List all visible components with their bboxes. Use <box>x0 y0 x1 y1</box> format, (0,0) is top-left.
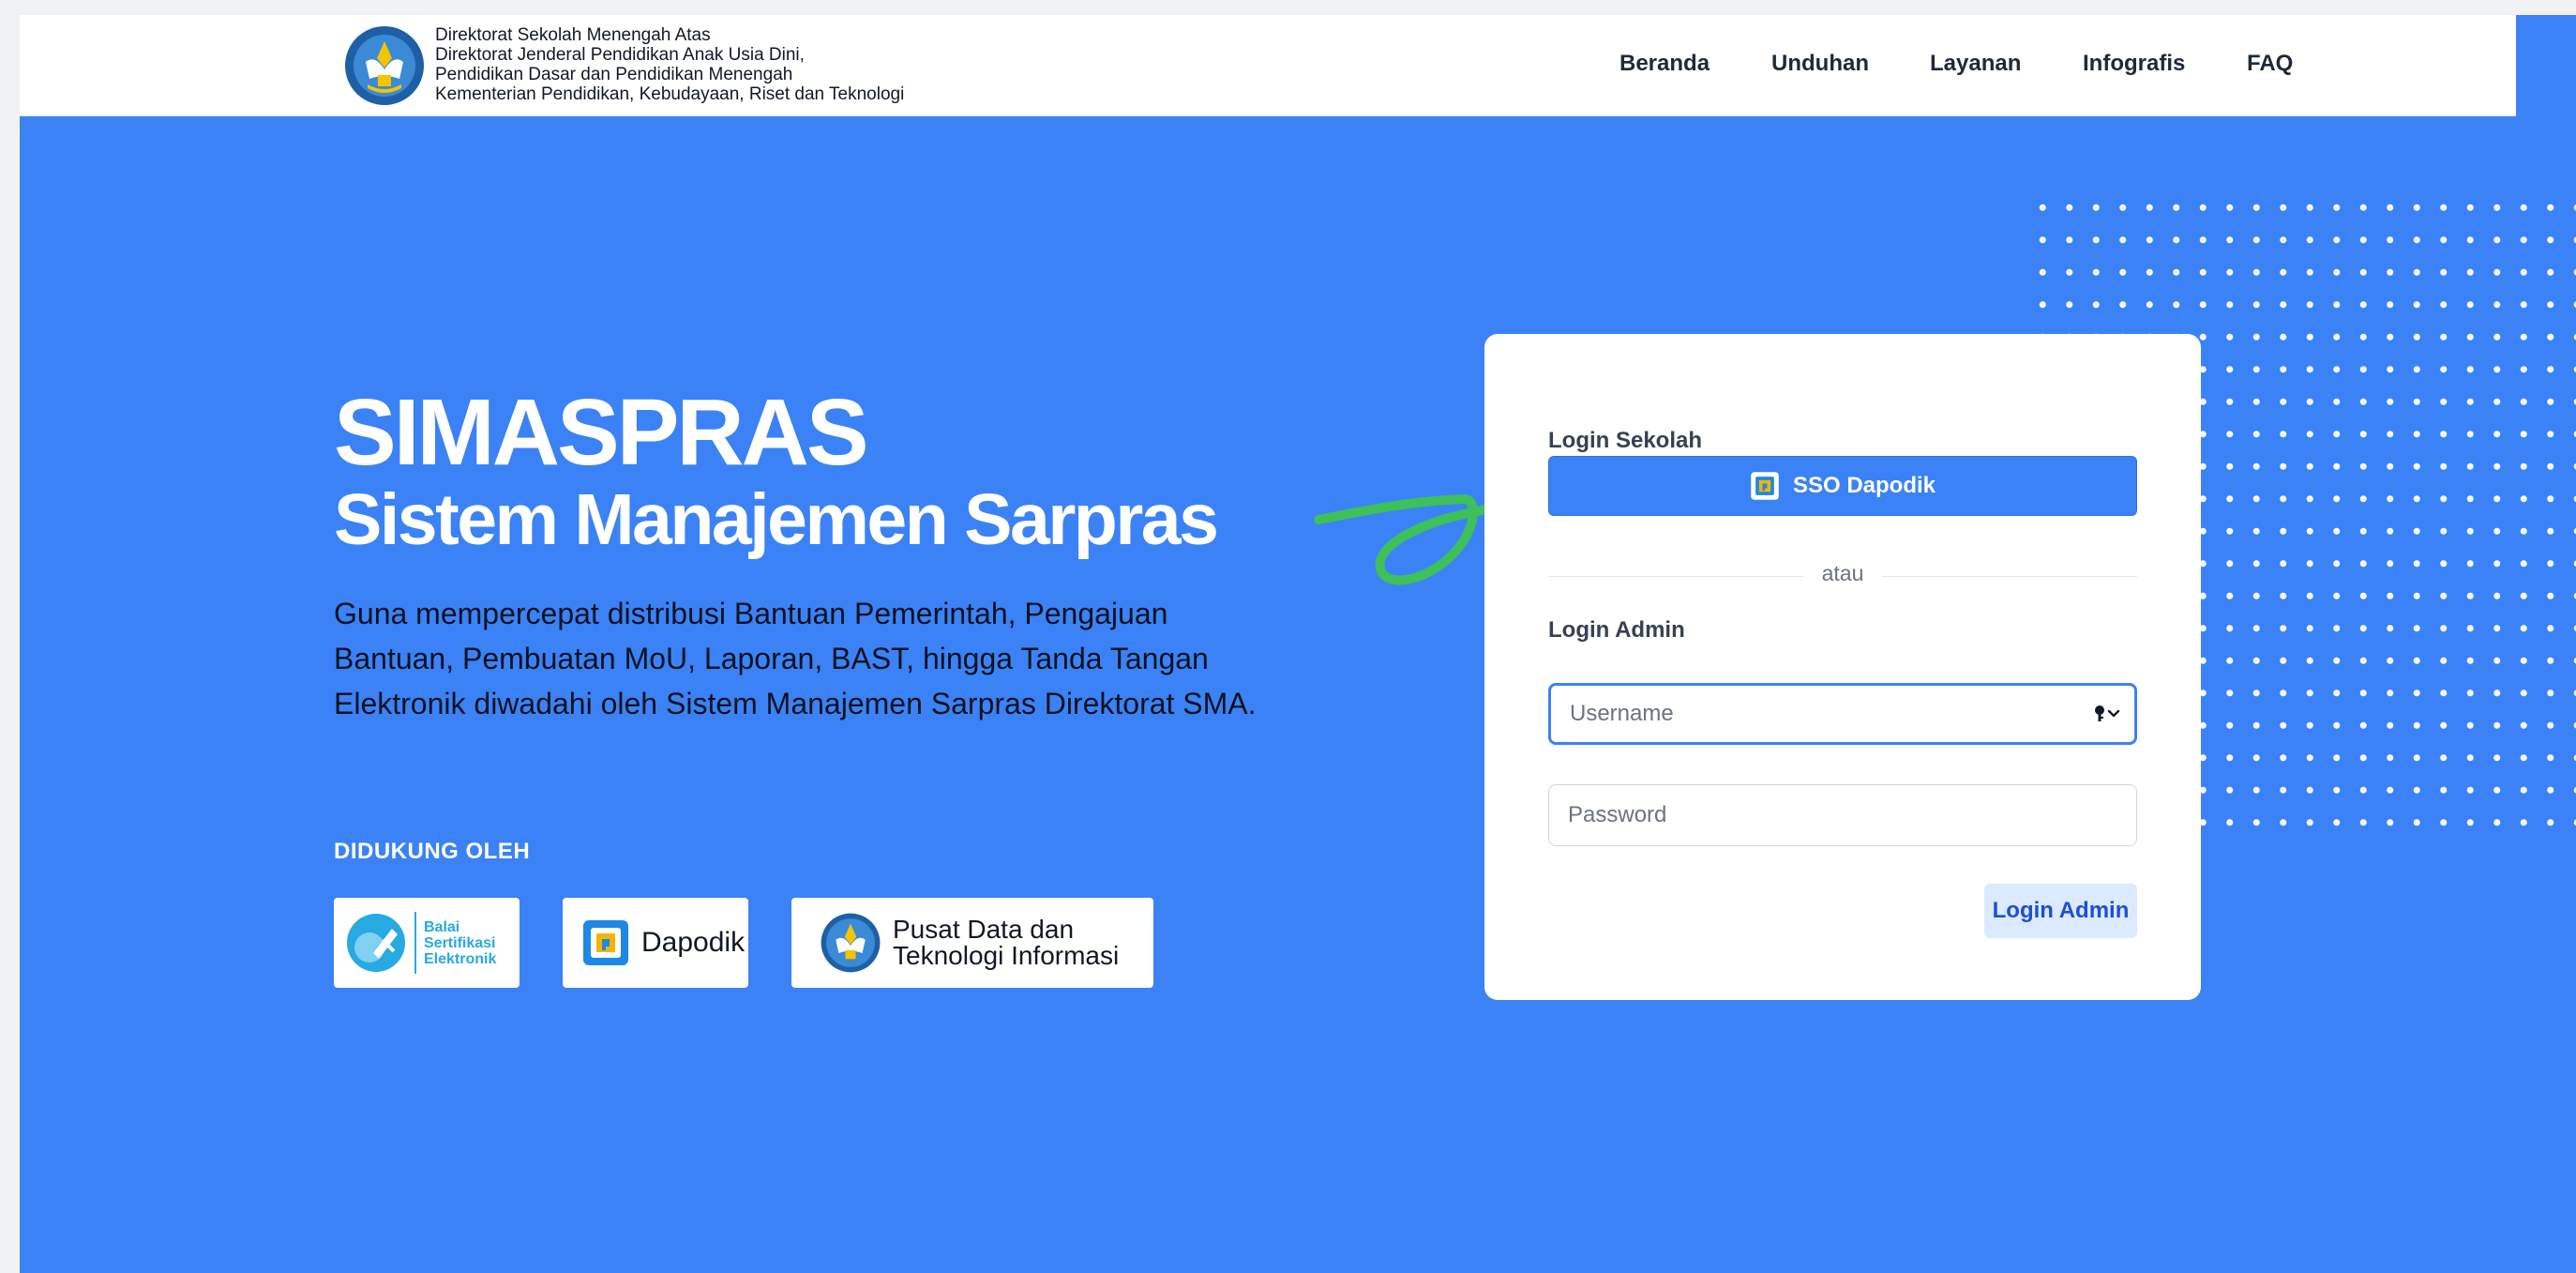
bsre-logo-icon <box>347 914 405 972</box>
pusdatin-name: Pusat Data dan Teknologi Informasi <box>893 917 1119 969</box>
password-input[interactable] <box>1548 784 2137 846</box>
partner-pusdatin[interactable]: Pusat Data dan Teknologi Informasi <box>791 898 1153 988</box>
nav-faq[interactable]: FAQ <box>2247 51 2293 77</box>
dapodik-label: Dapodik <box>641 927 746 958</box>
sso-dapodik-button[interactable]: SSO Dapodik <box>1548 456 2137 516</box>
org-line: Direktorat Jenderal Pendidikan Anak Usia… <box>435 45 805 65</box>
partner-divider <box>414 912 416 974</box>
org-line: Direktorat Sekolah Menengah Atas <box>435 25 711 45</box>
pusdatin-line: Pusat Data dan <box>893 915 1075 944</box>
bsre-name: Balai Sertifikasi Elektronik <box>424 919 496 967</box>
nav-unduhan[interactable]: Unduhan <box>1771 51 1869 77</box>
login-card: Login Sekolah SSO Dapodik atau Login Adm… <box>1484 334 2201 1000</box>
nav-layanan[interactable]: Layanan <box>1930 51 2021 77</box>
organization-name: Direktorat Sekolah Menengah Atas Direkto… <box>435 25 904 104</box>
partner-bsre[interactable]: Balai Sertifikasi Elektronik <box>334 898 520 988</box>
org-line: Pendidikan Dasar dan Pendidikan Menengah <box>435 65 793 84</box>
bsre-line: Balai <box>424 918 460 935</box>
login-admin-label: Login Admin <box>1548 617 1685 643</box>
tut-wuri-handayani-logo-icon <box>347 28 422 103</box>
bsre-line: Elektronik <box>424 950 497 967</box>
page-frame: Direktorat Sekolah Menengah Atas Direkto… <box>20 15 2576 1273</box>
dapodik-logo-icon <box>583 920 628 965</box>
hero-description: Guna mempercepat distribusi Bantuan Peme… <box>334 597 1257 720</box>
key-dropdown-icon[interactable] <box>2094 705 2124 723</box>
username-input[interactable] <box>1548 683 2137 745</box>
org-line: Kementerian Pendidikan, Kebudayaan, Rise… <box>435 84 905 104</box>
pusdatin-line: Teknologi Informasi <box>893 941 1120 970</box>
login-admin-button[interactable]: Login Admin <box>1984 884 2137 938</box>
dapodik-icon <box>1751 472 1779 500</box>
nav-beranda[interactable]: Beranda <box>1619 51 1710 77</box>
separator: atau <box>1484 561 2201 586</box>
partner-dapodik[interactable]: Dapodik <box>563 898 748 988</box>
login-school-label: Login Sekolah <box>1548 428 1703 453</box>
supported-by-label: DIDUKUNG OLEH <box>334 839 531 864</box>
top-bar: Direktorat Sekolah Menengah Atas Direkto… <box>20 15 2516 116</box>
pusdatin-logo-icon <box>821 913 881 973</box>
hero-title: SIMASPRAS <box>334 380 869 485</box>
nav-infografis[interactable]: Infografis <box>2083 51 2185 77</box>
hero-subtitle: Sistem Manajemen Sarpras <box>334 479 1219 560</box>
ministry-logo[interactable] <box>345 26 424 105</box>
bsre-line: Sertifikasi <box>424 934 496 951</box>
separator-text: atau <box>1802 561 1883 585</box>
sso-dapodik-label: SSO Dapodik <box>1792 473 1936 498</box>
